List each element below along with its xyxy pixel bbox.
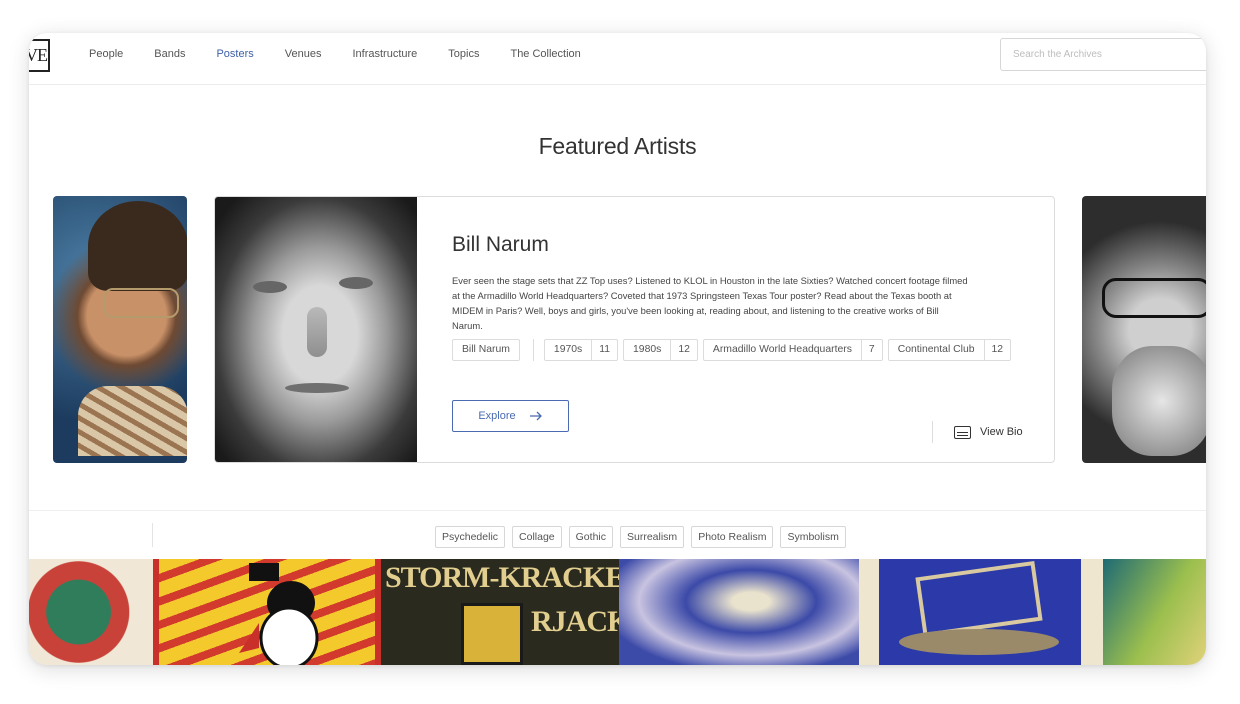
portrait-hair — [88, 201, 187, 291]
poster-blue-face[interactable] — [619, 559, 859, 665]
view-bio-button[interactable]: View Bio — [932, 421, 1023, 443]
tag-label: 1980s — [633, 344, 662, 355]
nav-item-the-collection[interactable]: The Collection — [510, 48, 580, 60]
penguin-figure — [239, 563, 319, 665]
section-title: Featured Artists — [538, 133, 697, 159]
artist-description: Ever seen the stage sets that ZZ Top use… — [452, 275, 968, 331]
poster-strip: STORM-KRACKE- RJACK — [29, 559, 1206, 665]
tag-label: Armadillo World Headquarters — [712, 344, 852, 355]
nav-item-bands[interactable]: Bands — [154, 48, 185, 60]
explore-button[interactable]: Explore — [452, 400, 569, 432]
poster-penguin[interactable] — [153, 559, 381, 665]
next-artist-portrait[interactable] — [1082, 196, 1206, 463]
browser-frame: VES People Bands Posters Venues Infrastr… — [29, 33, 1206, 665]
poster-psychedelic-green[interactable] — [29, 559, 153, 665]
nav-item-posters[interactable]: Posters — [216, 48, 253, 60]
nav-item-venues[interactable]: Venues — [285, 48, 322, 60]
tag-1970s[interactable]: 1970s 11 — [543, 339, 619, 361]
photo-mouth — [285, 383, 349, 393]
tag-label: Continental Club — [897, 344, 975, 355]
portrait-beard — [1112, 346, 1206, 456]
artist-tags: Bill Narum 1970s 11 1980s 12 Armadillo Wor… — [452, 339, 1016, 361]
portrait-glasses — [1102, 278, 1206, 318]
main-nav: People Bands Posters Venues Infrastructu… — [89, 48, 612, 60]
tag-continental-club[interactable]: Continental Club 12 — [887, 339, 1012, 361]
site-logo[interactable]: VES — [29, 39, 50, 72]
photo-eye-left — [253, 281, 287, 293]
style-filters: Psychedelic Collage Gothic Surrealism Ph… — [435, 526, 846, 548]
tag-label: Bill Narum — [462, 344, 510, 355]
bio-divider — [932, 421, 933, 443]
style-filter-gothic[interactable]: Gothic — [568, 526, 613, 548]
section-divider — [29, 510, 1206, 511]
featured-artist-card: Bill Narum Ever seen the stage sets that… — [214, 196, 1055, 463]
tag-armadillo-world-headquarters[interactable]: Armadillo World Headquarters 7 — [702, 339, 883, 361]
poster-portrait — [461, 603, 523, 665]
style-filter-symbolism[interactable]: Symbolism — [780, 526, 846, 548]
style-filter-collage[interactable]: Collage — [512, 526, 562, 548]
nav-item-topics[interactable]: Topics — [448, 48, 479, 60]
subtitles-icon — [954, 425, 971, 439]
poster-pedestal — [899, 629, 1059, 655]
style-filter-surrealism[interactable]: Surrealism — [620, 526, 685, 548]
top-navbar: VES People Bands Posters Venues Infrastr… — [29, 33, 1206, 85]
photo-nose — [307, 307, 327, 357]
tag-1980s[interactable]: 1980s 12 — [623, 339, 698, 361]
view-bio-label: View Bio — [980, 426, 1023, 438]
nav-item-infrastructure[interactable]: Infrastructure — [352, 48, 417, 60]
portrait-glasses — [103, 288, 179, 318]
poster-starry[interactable] — [859, 559, 1103, 665]
portrait-scarf — [78, 386, 187, 456]
poster-text: RJACK — [531, 605, 619, 638]
poster-text: STORM-KRACKE- — [385, 561, 619, 594]
search-box — [1000, 38, 1206, 71]
artist-name: Bill Narum — [452, 233, 549, 256]
tag-divider — [532, 339, 534, 361]
filter-divider — [152, 523, 153, 547]
artist-photo — [215, 197, 417, 462]
style-filter-psychedelic[interactable]: Psychedelic — [435, 526, 506, 548]
search-input[interactable] — [1001, 39, 1206, 70]
style-filter-photo-realism[interactable]: Photo Realism — [691, 526, 774, 548]
explore-label: Explore — [478, 410, 516, 422]
tag-count: 12 — [670, 340, 697, 360]
photo-eye-right — [339, 277, 373, 289]
poster-emblem — [915, 560, 1043, 638]
arrow-right-icon — [529, 411, 542, 421]
prev-artist-portrait[interactable] — [53, 196, 187, 463]
artist-name-tag[interactable]: Bill Narum — [452, 339, 520, 361]
poster-storm-kracker[interactable]: STORM-KRACKE- RJACK — [381, 559, 619, 665]
nav-item-people[interactable]: People — [89, 48, 123, 60]
tag-count: 7 — [860, 340, 882, 360]
tag-count: 11 — [591, 340, 617, 360]
tag-label: 1970s — [553, 344, 583, 355]
poster-green-partial[interactable] — [1103, 559, 1206, 665]
tag-count: 12 — [983, 340, 1011, 360]
